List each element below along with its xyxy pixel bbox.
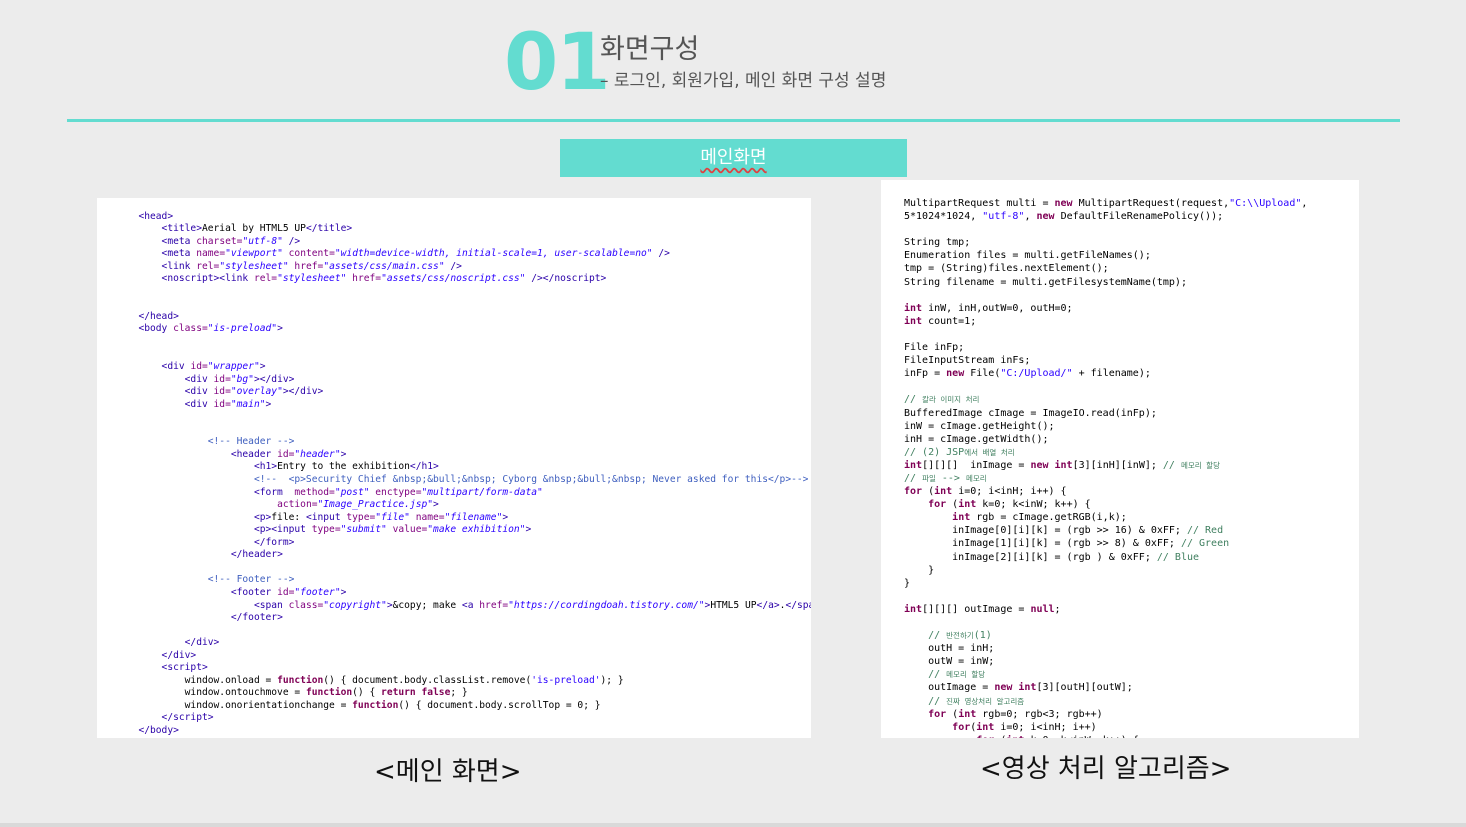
section-title: 화면구성 [600,34,700,65]
html-code-screenshot: <head> <title>Aerial by HTML5 UP</title>… [97,198,811,738]
caption-image-processing: <영상 처리 알고리즘> [980,754,1232,784]
section-tag-label: 메인화면 [700,147,767,168]
section-tag: 메인화면 [560,139,907,177]
section-subtitle: – 로그인, 회원가입, 메인 화면 구성 설명 [600,71,887,91]
java-code-screenshot: MultipartRequest multi = new MultipartRe… [881,180,1359,738]
header-divider [67,119,1400,122]
caption-main-screen: <메인 화면> [374,757,522,787]
java-code-block: MultipartRequest multi = new MultipartRe… [904,198,1308,738]
html-code-block: <head> <title>Aerial by HTML5 UP</title>… [98,210,811,738]
bottom-divider [0,823,1466,827]
section-number: 01 [504,18,611,108]
